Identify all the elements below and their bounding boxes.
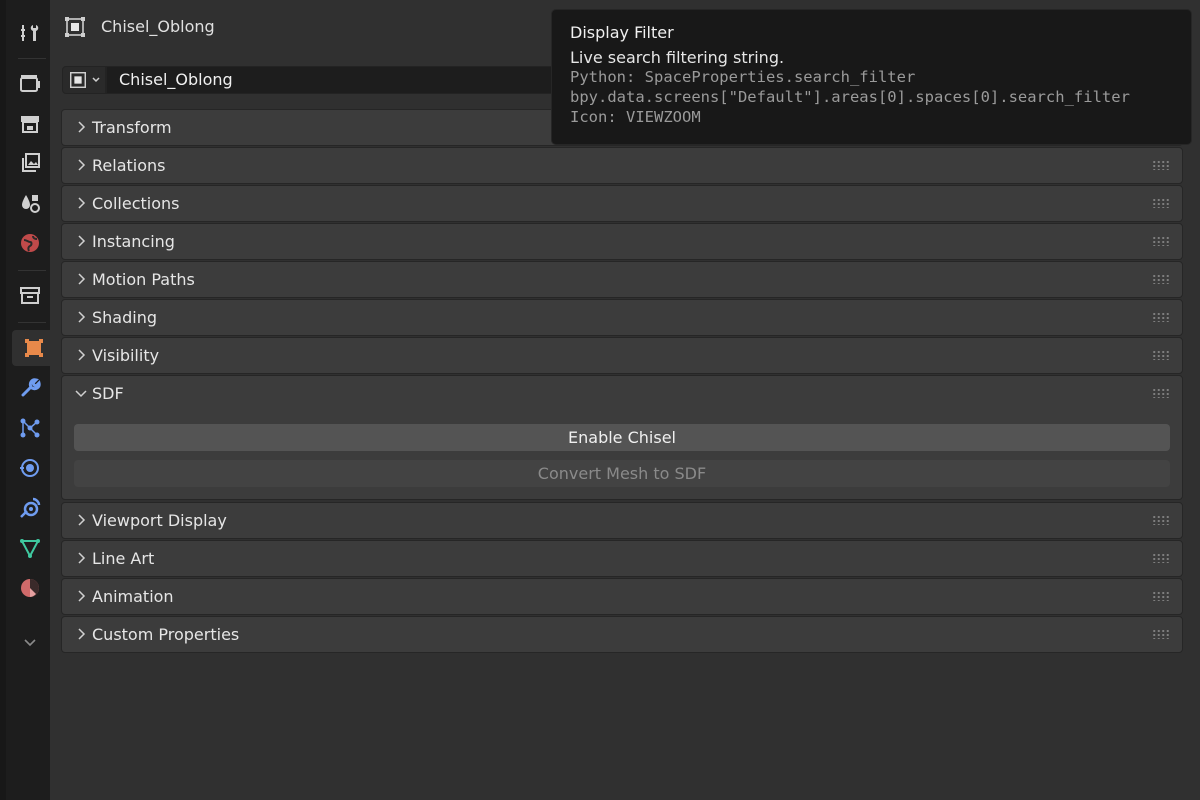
panel-instancing[interactable]: Instancing [61,223,1183,260]
drag-handle-icon[interactable] [1152,350,1170,360]
drag-handle-icon[interactable] [1152,553,1170,563]
tooltip-data-path: bpy.data.screens["Default"].areas[0].spa… [570,88,1130,106]
panel-label: Transform [92,118,172,137]
chevron-right-icon [78,311,86,323]
output-tab[interactable] [12,105,48,141]
panel-sdf: SDF Enable Chisel Convert Mesh to SDF [61,375,1183,500]
panel-label: Instancing [92,232,175,251]
panel-label: Shading [92,308,157,327]
chevron-right-icon [78,121,86,133]
tooltip-description: Live search filtering string. [570,48,785,67]
drag-handle-icon[interactable] [1152,591,1170,601]
chevron-right-icon [78,590,86,602]
modifier-icon [21,378,41,397]
material-icon [21,579,39,597]
drag-handle-icon[interactable] [1152,515,1170,525]
chevron-right-icon [78,235,86,247]
data-tab[interactable] [12,530,48,566]
panel-label: SDF [92,384,124,403]
panel-label: Relations [92,156,166,175]
material-tab[interactable] [12,570,48,606]
tooltip-title: Display Filter [570,23,674,42]
chevron-down-icon [91,77,100,83]
expand-tab[interactable] [12,624,48,660]
drag-handle-icon[interactable] [1152,274,1170,284]
panel-visibility[interactable]: Visibility [61,337,1183,374]
view-layer-icon [22,153,40,172]
convert-mesh-to-sdf-button: Convert Mesh to SDF [74,460,1170,487]
render-icon [20,75,40,92]
chevron-right-icon [78,514,86,526]
tool-icon [21,25,39,41]
chevron-down-icon [24,639,36,647]
chevron-right-icon [78,273,86,285]
panel-shading[interactable]: Shading [61,299,1183,336]
panel-collections[interactable]: Collections [61,185,1183,222]
breadcrumb: Chisel_Oblong [101,17,215,36]
constraints-icon [20,497,41,518]
world-icon [21,234,39,252]
panel-motion-paths[interactable]: Motion Paths [61,261,1183,298]
chevron-right-icon [78,349,86,361]
panel-viewport-display[interactable]: Viewport Display [61,502,1183,539]
physics-tab[interactable] [12,450,48,486]
enable-chisel-button[interactable]: Enable Chisel [74,424,1170,451]
panel-sdf-header[interactable]: SDF [62,376,1182,411]
collection-tab[interactable] [12,277,48,313]
object-browse-dropdown[interactable] [62,66,106,94]
collection-icon [20,287,40,304]
display-filter-tooltip: Display Filter Live search filtering str… [551,9,1192,145]
object-icon [25,339,43,357]
tooltip-python: Python: SpaceProperties.search_filter [570,68,916,86]
chevron-right-icon [78,552,86,564]
particles-icon [20,418,40,438]
panel-animation[interactable]: Animation [61,578,1183,615]
panel-label: Animation [92,587,174,606]
properties-tab-bar [0,0,56,800]
panel-label: Motion Paths [92,270,195,289]
data-icon [20,539,40,559]
drag-handle-icon[interactable] [1152,198,1170,208]
panel-label: Visibility [92,346,160,365]
panel-label: Line Art [92,549,155,568]
chevron-right-icon [78,628,86,640]
world-tab[interactable] [12,225,48,261]
panel-custom-properties[interactable]: Custom Properties [61,616,1183,653]
panel-relations[interactable]: Relations [61,147,1183,184]
drag-handle-icon[interactable] [1152,160,1170,170]
panel-label: Custom Properties [92,625,240,644]
chevron-right-icon [78,197,86,209]
drag-handle-icon[interactable] [1152,236,1170,246]
render-tab[interactable] [12,65,48,101]
chevron-down-icon [75,390,87,398]
tooltip-icon-name: Icon: VIEWZOOM [570,108,701,126]
constraints-tab[interactable] [12,490,48,526]
scene-tab[interactable] [12,185,48,221]
scene-icon [22,195,40,213]
panel-line-art[interactable]: Line Art [61,540,1183,577]
panel-label: Viewport Display [92,511,227,530]
modifier-tab[interactable] [12,370,48,406]
object-icon [65,17,85,37]
drag-handle-icon[interactable] [1152,388,1170,398]
drag-handle-icon[interactable] [1152,312,1170,322]
tool-tab[interactable] [12,15,48,51]
output-icon [21,116,39,133]
particles-tab[interactable] [12,410,48,446]
chevron-right-icon [78,159,86,171]
object-icon [69,72,86,88]
drag-handle-icon[interactable] [1152,629,1170,639]
physics-icon [20,459,39,477]
view-layer-tab[interactable] [12,145,48,181]
panel-label: Collections [92,194,180,213]
